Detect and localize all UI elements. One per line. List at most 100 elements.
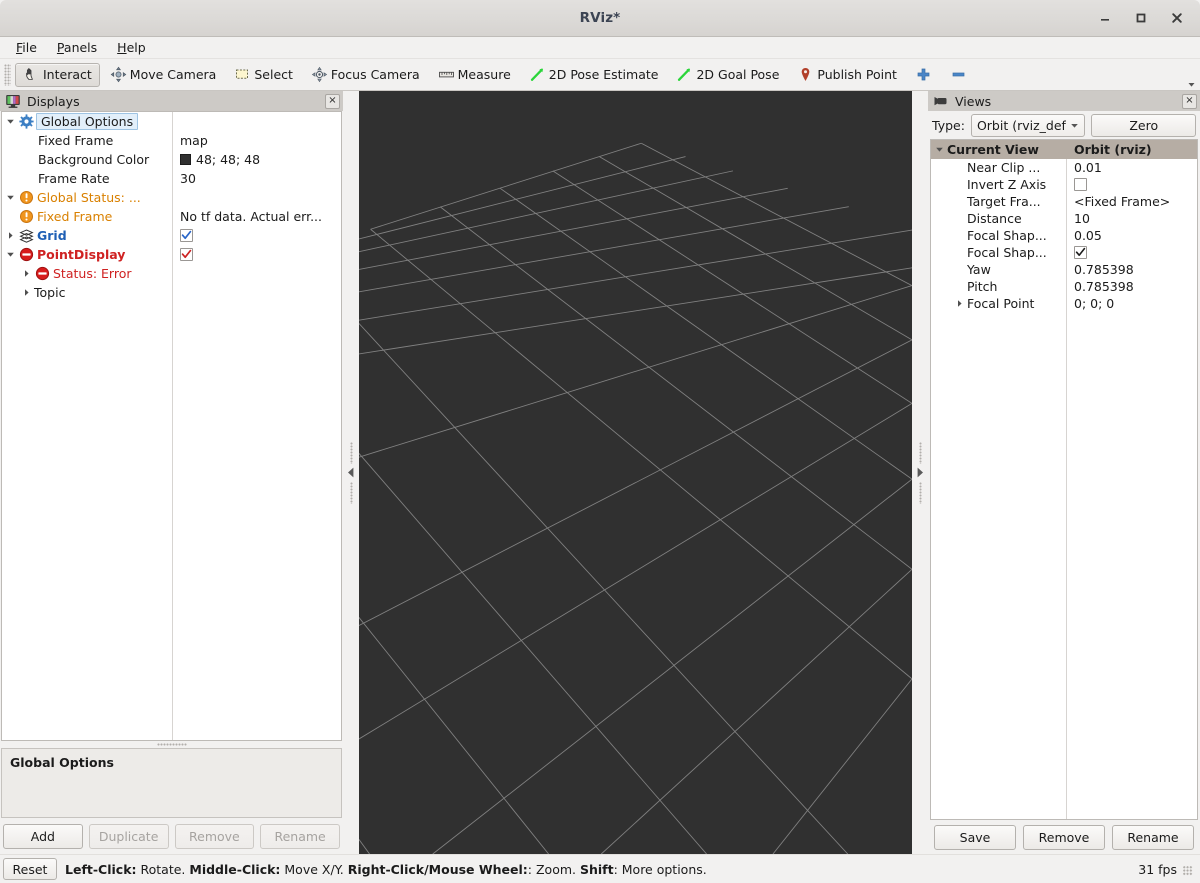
invert-z-checkbox[interactable]	[1074, 178, 1087, 191]
tool-2d-pose-estimate[interactable]: 2D Pose Estimate	[521, 63, 667, 87]
views-remove-button[interactable]: Remove	[1023, 825, 1105, 850]
views-row-focal-shape-size-label[interactable]: Focal Shap...	[967, 228, 1047, 243]
displays-tree[interactable]: Global Options Fixed Frame map Backgroun…	[1, 111, 342, 741]
chevron-down-icon[interactable]	[931, 140, 947, 159]
displays-close-button[interactable]: ×	[325, 93, 340, 109]
table-row[interactable]: Target Fra... <Fixed Frame>	[931, 193, 1197, 210]
zero-button[interactable]: Zero	[1091, 113, 1196, 137]
menu-help[interactable]: Help	[109, 38, 154, 57]
duplicate-button[interactable]: Duplicate	[88, 824, 169, 849]
views-row-invert-z-label[interactable]: Invert Z Axis	[967, 177, 1046, 192]
table-row[interactable]: Distance 10	[931, 210, 1197, 227]
table-cell-value[interactable]	[172, 188, 341, 207]
focal-shape-fixed-checkbox[interactable]	[1074, 246, 1087, 259]
views-row-near-clip-label[interactable]: Near Clip ...	[967, 160, 1040, 175]
value-grid-enabled[interactable]	[172, 226, 341, 245]
toolbar-overflow-button[interactable]	[1187, 80, 1196, 89]
rename-button[interactable]: Rename	[260, 824, 340, 849]
tool-interact[interactable]: Interact	[15, 62, 100, 87]
chevron-down-icon[interactable]	[2, 112, 18, 131]
chevron-down-icon[interactable]	[2, 188, 18, 207]
point-display-checkbox[interactable]	[180, 248, 193, 261]
chevron-down-icon[interactable]	[2, 245, 18, 264]
table-cell-value[interactable]	[172, 264, 341, 283]
value-background-color[interactable]: 48; 48; 48	[172, 150, 341, 169]
save-button[interactable]: Save	[934, 825, 1016, 850]
view-type-combobox[interactable]: Orbit (rviz_defau	[970, 113, 1086, 137]
chevron-right-icon[interactable]	[2, 226, 18, 245]
tool-publish-point[interactable]: Publish Point	[789, 63, 905, 87]
table-row[interactable]: Pitch 0.785398	[931, 278, 1197, 295]
value-point-display-enabled[interactable]	[172, 245, 341, 264]
tree-item-status-error[interactable]: Status: Error	[53, 266, 132, 281]
table-cell-value[interactable]	[172, 283, 341, 302]
views-tree[interactable]: Current View Orbit (rviz) Near Clip ... …	[930, 139, 1198, 820]
table-row[interactable]: Near Clip ... 0.01	[931, 159, 1197, 176]
remove-button[interactable]: Remove	[174, 824, 255, 849]
tool-2d-goal-pose[interactable]: 2D Goal Pose	[668, 63, 787, 87]
tree-item-global-status[interactable]: Global Status: ...	[37, 190, 141, 205]
tree-item-global-options[interactable]: Global Options	[36, 113, 139, 130]
views-row-distance-label[interactable]: Distance	[967, 211, 1022, 226]
table-row[interactable]: Focal Shap...	[931, 244, 1197, 261]
left-splitter[interactable]	[343, 91, 359, 854]
tool-measure[interactable]: Measure	[430, 63, 519, 87]
value-status-fixed-frame[interactable]: No tf data. Actual err...	[172, 207, 341, 226]
tool-move-camera[interactable]: Move Camera	[102, 63, 225, 87]
table-row[interactable]: Fixed Frame No tf data. Actual err...	[2, 207, 341, 226]
views-rename-button[interactable]: Rename	[1112, 825, 1194, 850]
tool-remove-minus[interactable]	[942, 63, 975, 87]
views-row-yaw-label[interactable]: Yaw	[967, 262, 991, 277]
chevron-right-icon[interactable]	[951, 294, 967, 313]
views-row-invert-z-value[interactable]	[1066, 178, 1197, 191]
tree-item-point-display[interactable]: PointDisplay	[37, 247, 125, 262]
table-row[interactable]: Global Status: ...	[2, 188, 341, 207]
value-fixed-frame[interactable]: map	[172, 131, 341, 150]
views-close-button[interactable]: ×	[1182, 93, 1197, 109]
tree-item-background-color[interactable]: Background Color	[38, 152, 149, 167]
table-row[interactable]: Topic	[2, 283, 341, 302]
tree-item-fixed-frame[interactable]: Fixed Frame	[38, 133, 113, 148]
tool-select[interactable]: Select	[226, 63, 301, 87]
add-button[interactable]: Add	[3, 824, 83, 849]
views-row-target-frame-value[interactable]: <Fixed Frame>	[1066, 194, 1197, 209]
table-row[interactable]: Focal Shap... 0.05	[931, 227, 1197, 244]
maximize-icon[interactable]	[1134, 11, 1148, 25]
table-row[interactable]: Yaw 0.785398	[931, 261, 1197, 278]
tree-item-topic[interactable]: Topic	[34, 285, 65, 300]
render-viewport[interactable]	[359, 91, 912, 854]
triangle-right-icon[interactable]	[915, 467, 925, 479]
close-icon[interactable]	[1170, 11, 1184, 25]
minimize-icon[interactable]	[1098, 11, 1112, 25]
menu-panels[interactable]: Panels	[49, 38, 105, 57]
tree-item-status-fixed-frame[interactable]: Fixed Frame	[37, 209, 112, 224]
toolbar-grip[interactable]	[4, 63, 11, 86]
views-row-pitch-label[interactable]: Pitch	[967, 279, 997, 294]
table-row[interactable]: Frame Rate 30	[2, 169, 341, 188]
triangle-left-icon[interactable]	[346, 467, 356, 479]
table-row[interactable]: Status: Error	[2, 264, 341, 283]
views-row-focal-shape-fixed-value[interactable]	[1066, 246, 1197, 259]
table-row[interactable]: Focal Point 0; 0; 0	[931, 295, 1197, 312]
views-row-yaw-value[interactable]: 0.785398	[1066, 262, 1197, 277]
reset-button[interactable]: Reset	[3, 858, 57, 880]
table-row[interactable]: Grid	[2, 226, 341, 245]
tool-add-plus[interactable]	[907, 63, 940, 87]
views-row-focal-point-label[interactable]: Focal Point	[967, 296, 1034, 311]
table-row[interactable]: PointDisplay	[2, 245, 341, 264]
views-row-focal-shape-fixed-label[interactable]: Focal Shap...	[967, 245, 1047, 260]
chevron-right-icon[interactable]	[18, 283, 34, 302]
tool-focus-camera[interactable]: Focus Camera	[303, 63, 428, 87]
views-row-target-frame-label[interactable]: Target Fra...	[967, 194, 1041, 209]
menu-file[interactable]: File	[8, 38, 45, 57]
value-frame-rate[interactable]: 30	[172, 169, 341, 188]
right-splitter[interactable]	[912, 91, 928, 854]
views-row-near-clip-value[interactable]: 0.01	[1066, 160, 1197, 175]
table-row[interactable]: Global Options	[2, 112, 341, 131]
grid-checkbox[interactable]	[180, 229, 193, 242]
views-row-distance-value[interactable]: 10	[1066, 211, 1197, 226]
views-row-pitch-value[interactable]: 0.785398	[1066, 279, 1197, 294]
displays-detail-splitter[interactable]	[0, 741, 343, 748]
views-row-focal-shape-size-value[interactable]: 0.05	[1066, 228, 1197, 243]
views-row-focal-point-value[interactable]: 0; 0; 0	[1066, 296, 1197, 311]
